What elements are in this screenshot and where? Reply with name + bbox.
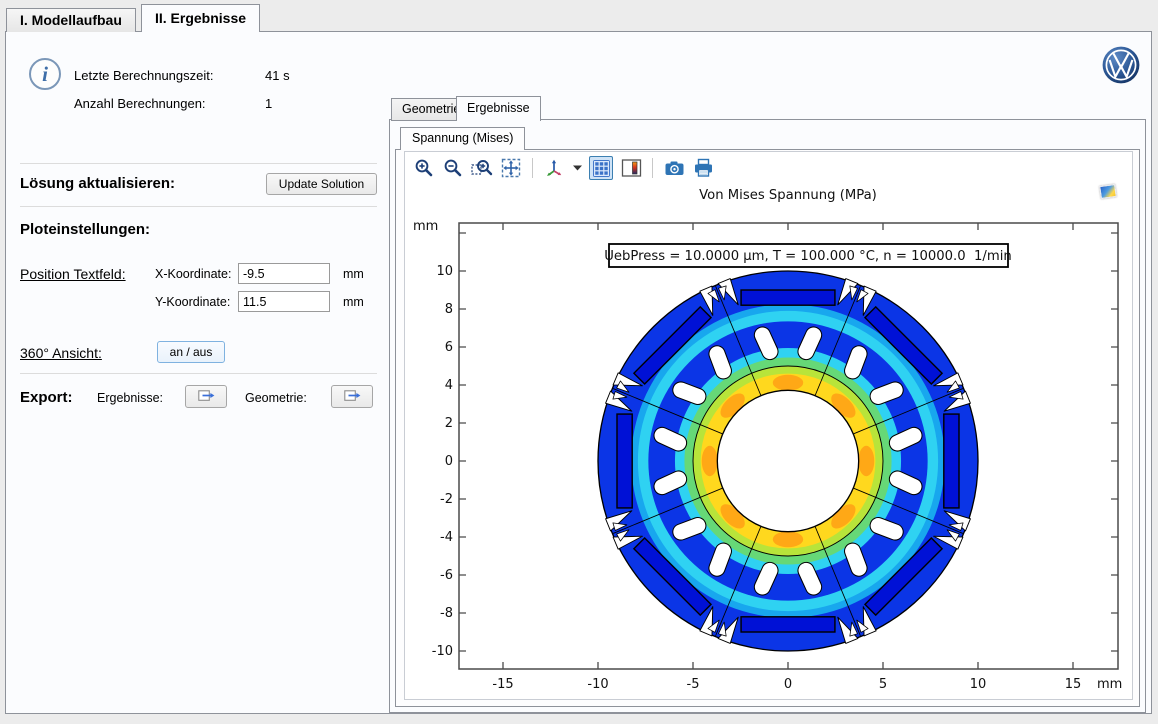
graphics-toolbar	[413, 155, 714, 181]
color-legend-icon[interactable]	[620, 157, 642, 179]
y-tick-label: 0	[445, 454, 453, 469]
plot-settings-heading: Ploteinstellungen:	[20, 221, 150, 238]
y-coordinate-label: Y-Koordinate:	[155, 295, 230, 309]
grid-toggle-icon[interactable]	[589, 156, 613, 180]
divider	[20, 163, 377, 164]
tab-ergebnisse[interactable]: II. Ergebnisse	[141, 4, 260, 32]
y-tick-label: -8	[440, 606, 453, 621]
x-tick-label: 15	[1065, 677, 1082, 692]
export-heading: Export:	[20, 389, 73, 406]
mises-stress-plot: Von Mises Spannung (MPa) mm mm -15 -10 -…	[405, 182, 1134, 701]
y-coordinate-input[interactable]	[238, 291, 330, 312]
y-axis-unit: mm	[413, 219, 438, 234]
y-tick-label: 2	[445, 416, 453, 431]
divider	[20, 373, 377, 374]
export-geometry-button[interactable]	[331, 385, 373, 408]
snapshot-camera-icon[interactable]	[663, 157, 685, 179]
divider	[20, 206, 377, 207]
x-tick-label: 5	[879, 677, 887, 692]
x-coordinate-input[interactable]	[238, 263, 330, 284]
export-icon	[344, 389, 361, 405]
x-ticks-bottom	[503, 662, 1073, 669]
view-orientation-dropdown[interactable]	[572, 157, 582, 179]
view-orientation-icon[interactable]	[543, 157, 565, 179]
y-ticks-left	[459, 233, 466, 651]
y-tick-label: -10	[432, 644, 453, 659]
y-unit-label: mm	[343, 295, 364, 309]
toolbar-separator	[652, 158, 653, 178]
export-results-button[interactable]	[185, 385, 227, 408]
update-solution-button[interactable]: Update Solution	[266, 173, 377, 195]
view-360-label: 360° Ansicht:	[20, 345, 102, 361]
x-tick-label: 10	[970, 677, 987, 692]
plot-thumbnail-icon	[1099, 184, 1117, 199]
x-unit-label: mm	[343, 267, 364, 281]
info-icon: i	[29, 58, 61, 90]
viewer-tab-ergebnisse[interactable]: Ergebnisse	[456, 96, 541, 121]
export-geometry-label: Geometrie:	[245, 391, 307, 405]
plot-thumbnail-button[interactable]	[1099, 183, 1118, 200]
solution-heading: Lösung aktualisieren:	[20, 175, 175, 192]
y-tick-label: -6	[440, 568, 453, 583]
y-tick-label: 6	[445, 340, 453, 355]
zoom-in-icon[interactable]	[413, 157, 435, 179]
toolbar-separator	[532, 158, 533, 178]
y-tick-label: 10	[436, 264, 453, 279]
zoom-extents-icon[interactable]	[500, 157, 522, 179]
zoom-box-icon[interactable]	[471, 157, 493, 179]
y-tick-label: 4	[445, 378, 453, 393]
last-calc-label: Letzte Berechnungszeit:	[74, 68, 213, 83]
x-tick-label: -15	[492, 677, 513, 692]
graphics-canvas: Von Mises Spannung (MPa) mm mm -15 -10 -…	[404, 151, 1133, 700]
last-calc-value: 41 s	[265, 68, 290, 83]
x-tick-label: -10	[587, 677, 608, 692]
print-icon[interactable]	[692, 157, 714, 179]
x-ticks-top	[503, 223, 1073, 230]
y-tick-label: -2	[440, 492, 453, 507]
calc-count-label: Anzahl Berechnungen:	[74, 96, 206, 111]
toggle-360-button[interactable]: an / aus	[157, 341, 225, 363]
x-axis-unit: mm	[1097, 677, 1122, 692]
y-tick-label: 8	[445, 302, 453, 317]
parameter-annotation: UebPress = 10.0000 μm, T = 100.000 °C, n…	[604, 249, 1011, 264]
x-tick-label: -5	[687, 677, 700, 692]
y-tick-label: -4	[440, 530, 453, 545]
calc-count-value: 1	[265, 96, 272, 111]
export-results-label: Ergebnisse:	[97, 391, 163, 405]
x-coordinate-label: X-Koordinate:	[155, 267, 231, 281]
zoom-out-icon[interactable]	[442, 157, 464, 179]
vw-logo	[1102, 46, 1140, 89]
tab-modellaufbau[interactable]: I. Modellaufbau	[6, 8, 136, 32]
rotor-cross-section	[598, 271, 978, 651]
position-textfield-label: Position Textfeld:	[20, 266, 126, 282]
y-ticks-right	[1111, 233, 1118, 651]
export-icon	[198, 389, 215, 405]
plot-tab-spannung-mises[interactable]: Spannung (Mises)	[400, 127, 525, 150]
x-tick-label: 0	[784, 677, 792, 692]
plot-title: Von Mises Spannung (MPa)	[699, 188, 877, 203]
